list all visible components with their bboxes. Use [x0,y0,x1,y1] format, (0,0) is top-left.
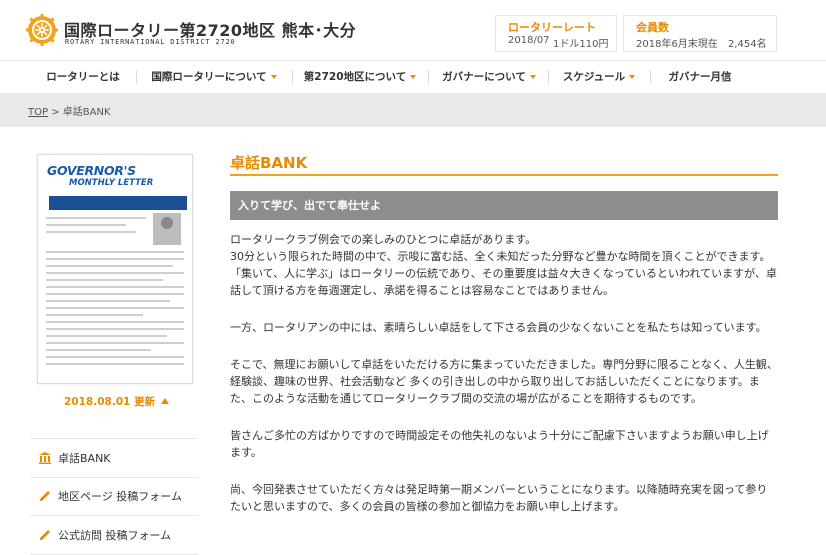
cover-banner [49,196,187,210]
chevron-down-icon [629,75,636,79]
pencil-icon [40,491,50,501]
paragraph: そこで、無理にお願いして卓話をいただける方に集まっていただきました。専門分野に限… [230,358,778,405]
chevron-down-icon [529,75,536,79]
title-divider [230,174,778,176]
rotary-rate-period: 2018/07 [508,35,550,46]
sidebar-item-label: 地区ページ 投稿フォーム [58,490,182,503]
paragraph: 皆さんご多忙の方ばかりですので時間設定その他失礼のないよう十分にご配慮下さいます… [230,429,769,459]
rotary-rate-value: 1ドル110円 [553,39,609,50]
member-count-label: 会員数 [636,21,669,34]
chevron-down-icon [270,75,277,79]
chevron-down-icon [410,75,417,79]
member-count-box: 会員数 2018年6月末現在 2,454名 [623,15,777,52]
breadcrumb-current: 卓話BANK [62,107,111,118]
breadcrumb-bar: TOP > 卓話BANK [0,93,826,127]
sidebar-item-label: 公式訪問 投稿フォーム [58,529,172,542]
rotary-wheel-icon[interactable] [26,14,58,46]
nav-item-district[interactable]: 第2720地区について [296,61,424,93]
breadcrumb-separator: > [51,107,60,118]
sidebar-item-district-form[interactable]: 地区ページ 投稿フォーム [30,477,198,516]
cover-body-lines [46,251,184,370]
section-heading-text: 入りて学び、出でて奉仕せよ [238,199,381,212]
rotary-rate-box: ロータリーレート 2018/07 1ドル110円 [495,15,617,52]
nav-divider [292,70,293,84]
article-body: ロータリークラブ例会での楽しみのひとつに卓話があります。 30分という限られた時… [230,231,778,535]
nav-divider [428,70,429,84]
nav-divider [136,70,137,84]
sidebar-item-bank[interactable]: 卓話BANK [30,438,198,478]
pencil-icon [40,530,50,540]
site-subtitle: ROTARY INTERNATIONAL DISTRICT 2720 [65,38,236,46]
nav-item-governor-letter[interactable]: ガバナー月信 [654,61,746,93]
breadcrumb: TOP > 卓話BANK [28,103,111,118]
nav-divider [548,70,549,84]
nav-divider [650,70,651,84]
paragraph: 一方、ロータリアンの中には、素晴らしい卓話をして下さる会員の少なくないことを私た… [230,321,767,334]
cover-title: GOVERNOR'S [47,163,136,178]
sidebar-item-visit-form[interactable]: 公式訪問 投稿フォーム [30,516,198,555]
update-date[interactable]: 2018.08.01 更新 [64,394,170,409]
breadcrumb-home-link[interactable]: TOP [28,107,48,118]
nav-item-schedule[interactable]: スケジュール [552,61,646,93]
member-count-value: 2,454名 [728,39,767,50]
cover-intro-lines [46,217,146,238]
paragraph: 尚、今回発表させていただく方々は発足時第一期メンバーということになります。以降随… [230,483,768,513]
nav-item-rotary-international[interactable]: 国際ロータリーについて [140,61,288,93]
rotary-rate-label: ロータリーレート [508,21,596,34]
cover-subtitle: MONTHLY LETTER [69,178,154,188]
nav-item-governor[interactable]: ガバナーについて [432,61,546,93]
nav-item-about-rotary[interactable]: ロータリーとは [32,61,134,93]
global-nav: ロータリーとは 国際ロータリーについて 第2720地区について ガバナーについて… [0,60,826,94]
section-heading: 入りて学び、出でて奉仕せよ [230,191,778,220]
governor-photo [153,213,181,245]
arrow-up-icon [161,398,170,404]
sidebar-item-label: 卓話BANK [58,452,111,465]
bank-icon [39,452,51,464]
page-title: 卓話BANK [230,154,308,172]
paragraph: ロータリークラブ例会での楽しみのひとつに卓話があります。 30分という限られた時… [230,233,777,297]
site-header: 国際ロータリー第2720地区 熊本･大分 ROTARY INTERNATIONA… [0,0,826,60]
governor-letter-cover[interactable]: GOVERNOR'S MONTHLY LETTER [37,154,193,384]
member-count-asof: 2018年6月末現在 [636,39,718,50]
cover-header: GOVERNOR'S MONTHLY LETTER [41,158,189,210]
